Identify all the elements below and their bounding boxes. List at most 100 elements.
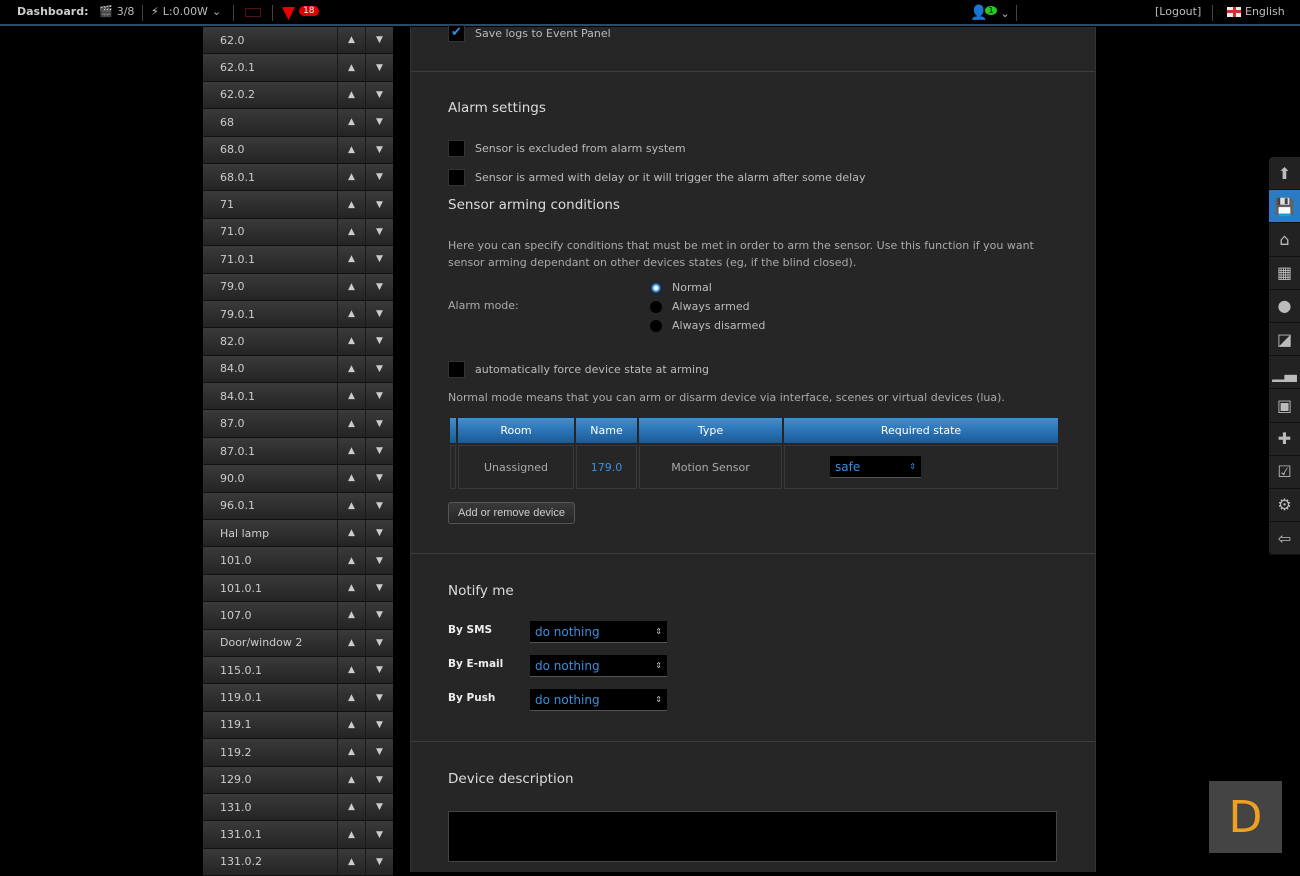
move-up-icon[interactable]: ▲ <box>337 246 365 273</box>
move-up-icon[interactable]: ▲ <box>337 355 365 383</box>
power-indicator[interactable]: ⚡ L:0.00W ⌄ <box>151 5 221 18</box>
scenes-indicator[interactable]: 🎬 3/8 <box>99 5 134 18</box>
device-list-item[interactable]: 71.0 ▲ ▼ <box>203 218 393 247</box>
device-list-item[interactable]: 87.0.1 ▲ ▼ <box>203 437 393 466</box>
device-list-item[interactable]: 101.0.1 ▲ ▼ <box>203 574 393 603</box>
move-down-icon[interactable]: ▼ <box>365 218 393 246</box>
chart-icon[interactable]: ▁▃ <box>1269 356 1300 390</box>
move-up-icon[interactable]: ▲ <box>337 848 365 876</box>
d-logo[interactable]: D <box>1209 781 1282 853</box>
move-down-icon[interactable]: ▼ <box>365 54 393 81</box>
move-down-icon[interactable]: ▼ <box>365 492 393 520</box>
save-logs-checkbox[interactable]: ✔ <box>448 25 465 42</box>
bulb-icon[interactable]: ● <box>1269 290 1300 323</box>
move-down-icon[interactable]: ▼ <box>365 739 393 766</box>
move-up-icon[interactable]: ▲ <box>337 191 365 218</box>
device-list-item[interactable]: Hal lamp ▲ ▼ <box>203 520 393 548</box>
move-up-icon[interactable]: ▲ <box>337 547 365 574</box>
device-list-item[interactable]: 119.1 ▲ ▼ <box>203 711 393 740</box>
move-up-icon[interactable]: ▲ <box>337 218 365 246</box>
notify-select[interactable]: do nothing ⇕ <box>530 689 667 711</box>
move-up-icon[interactable]: ▲ <box>337 520 365 547</box>
move-up-icon[interactable]: ▲ <box>337 328 365 355</box>
move-down-icon[interactable]: ▼ <box>365 766 393 793</box>
move-up-icon[interactable]: ▲ <box>337 136 365 163</box>
exit-icon[interactable]: ⇦ <box>1269 522 1300 556</box>
mode-normal-radio[interactable] <box>650 281 662 294</box>
move-down-icon[interactable]: ▼ <box>365 437 393 465</box>
move-down-icon[interactable]: ▼ <box>365 27 393 54</box>
move-up-icon[interactable]: ▲ <box>337 684 365 711</box>
device-list-item[interactable]: 119.0.1 ▲ ▼ <box>203 684 393 712</box>
move-up-icon[interactable]: ▲ <box>337 27 365 54</box>
device-list-item[interactable]: 119.2 ▲ ▼ <box>203 739 393 767</box>
move-up-icon[interactable]: ▲ <box>337 492 365 520</box>
move-down-icon[interactable]: ▼ <box>365 136 393 163</box>
move-down-icon[interactable]: ▼ <box>365 191 393 218</box>
add-remove-device-button[interactable]: Add or remove device <box>448 502 575 524</box>
device-list-item[interactable]: 79.0 ▲ ▼ <box>203 273 393 301</box>
plugins-icon[interactable]: ✚ <box>1269 423 1300 456</box>
force-state-checkbox[interactable] <box>448 361 465 378</box>
move-up-icon[interactable]: ▲ <box>337 821 365 848</box>
logout-link[interactable]: [Logout] <box>1155 5 1201 18</box>
notify-select[interactable]: do nothing ⇕ <box>530 621 667 643</box>
move-up-icon[interactable]: ▲ <box>337 383 365 410</box>
move-up-icon[interactable]: ▲ <box>337 739 365 766</box>
move-down-icon[interactable]: ▼ <box>365 547 393 574</box>
device-list-item[interactable]: 84.0 ▲ ▼ <box>203 355 393 384</box>
mode-always-disarmed-radio[interactable] <box>650 319 662 332</box>
device-list-item[interactable]: 131.0.1 ▲ ▼ <box>203 821 393 849</box>
device-list-item[interactable]: 101.0 ▲ ▼ <box>203 547 393 575</box>
move-up-icon[interactable]: ▲ <box>337 109 365 136</box>
excluded-checkbox[interactable] <box>448 140 465 157</box>
move-down-icon[interactable]: ▼ <box>365 383 393 410</box>
move-down-icon[interactable]: ▼ <box>365 520 393 547</box>
device-list-item[interactable]: 62.0.2 ▲ ▼ <box>203 81 393 110</box>
move-down-icon[interactable]: ▼ <box>365 793 393 821</box>
scenes-icon[interactable]: ◪ <box>1269 323 1300 357</box>
move-down-icon[interactable]: ▼ <box>365 81 393 109</box>
move-up-icon[interactable]: ▲ <box>337 793 365 821</box>
move-down-icon[interactable]: ▼ <box>365 574 393 602</box>
device-list-item[interactable]: 90.0 ▲ ▼ <box>203 465 393 493</box>
device-description-input[interactable] <box>448 811 1057 862</box>
settings-icon[interactable]: ⚙ <box>1269 489 1300 523</box>
move-down-icon[interactable]: ▼ <box>365 246 393 273</box>
move-up-icon[interactable]: ▲ <box>337 54 365 81</box>
required-state-select[interactable]: safe ⇕ <box>830 456 921 478</box>
save-icon[interactable]: 💾 <box>1269 190 1300 224</box>
device-list-item[interactable]: 79.0.1 ▲ ▼ <box>203 300 393 329</box>
move-up-icon[interactable]: ▲ <box>337 437 365 465</box>
arrow-up-icon[interactable]: ⬆ <box>1269 157 1300 191</box>
device-list-item[interactable]: 84.0.1 ▲ ▼ <box>203 383 393 411</box>
move-up-icon[interactable]: ▲ <box>337 300 365 328</box>
alerts-button[interactable]: ▼ 18 <box>282 3 319 23</box>
move-up-icon[interactable]: ▲ <box>337 574 365 602</box>
cell-name[interactable]: 179.0 <box>576 445 637 489</box>
move-down-icon[interactable]: ▼ <box>365 273 393 300</box>
device-list-item[interactable]: 62.0.1 ▲ ▼ <box>203 54 393 82</box>
move-up-icon[interactable]: ▲ <box>337 81 365 109</box>
device-list-item[interactable]: 96.0.1 ▲ ▼ <box>203 492 393 521</box>
panels-icon[interactable]: ☑ <box>1269 456 1300 489</box>
move-up-icon[interactable]: ▲ <box>337 163 365 191</box>
move-down-icon[interactable]: ▼ <box>365 656 393 684</box>
device-list-item[interactable]: Door/window 2 ▲ ▼ <box>203 629 393 657</box>
move-down-icon[interactable]: ▼ <box>365 629 393 656</box>
device-list-item[interactable]: 131.0 ▲ ▼ <box>203 793 393 822</box>
notify-select[interactable]: do nothing ⇕ <box>530 655 667 677</box>
move-up-icon[interactable]: ▲ <box>337 766 365 793</box>
device-list-item[interactable]: 71.0.1 ▲ ▼ <box>203 246 393 274</box>
move-down-icon[interactable]: ▼ <box>365 300 393 328</box>
user-menu[interactable]: 👤 1 ⌄ <box>970 5 1010 21</box>
move-up-icon[interactable]: ▲ <box>337 410 365 437</box>
move-up-icon[interactable]: ▲ <box>337 656 365 684</box>
device-list-item[interactable]: 129.0 ▲ ▼ <box>203 766 393 794</box>
device-list-item[interactable]: 115.0.1 ▲ ▼ <box>203 656 393 685</box>
move-up-icon[interactable]: ▲ <box>337 602 365 629</box>
device-list-item[interactable]: 71 ▲ ▼ <box>203 191 393 219</box>
move-down-icon[interactable]: ▼ <box>365 711 393 739</box>
move-down-icon[interactable]: ▼ <box>365 355 393 383</box>
device-list-item[interactable]: 68.0.1 ▲ ▼ <box>203 163 393 192</box>
